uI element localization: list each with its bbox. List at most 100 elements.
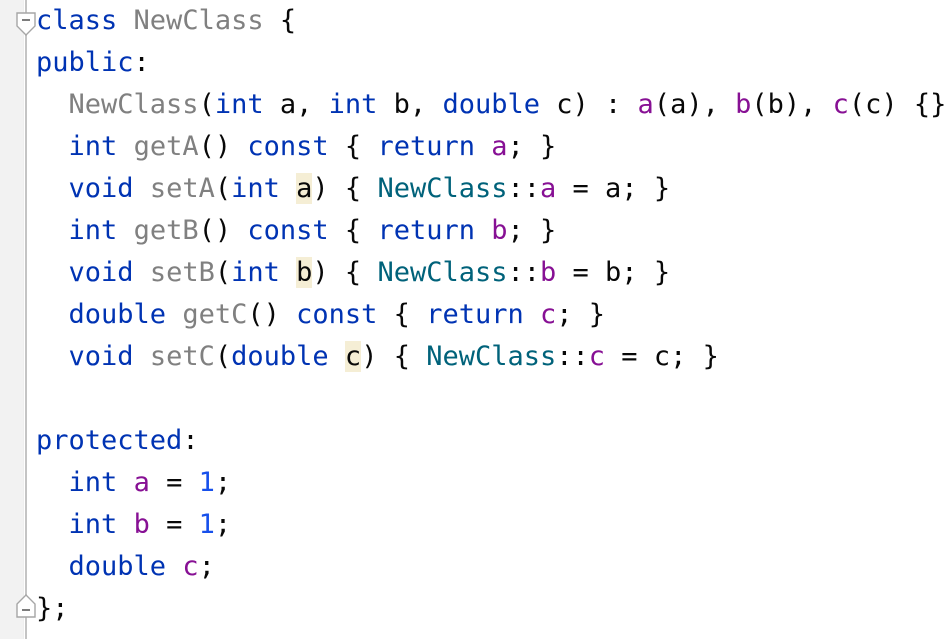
code-line[interactable] (0, 378, 947, 420)
code-token: return (377, 215, 475, 246)
code-token: b (735, 89, 752, 120)
code-line[interactable]: int getA() const { return a; } (0, 126, 947, 168)
code-token: () (198, 131, 248, 162)
code-line[interactable]: }; (0, 588, 947, 630)
code-line[interactable]: int getB() const { return b; } (0, 210, 947, 252)
code-line[interactable]: void setB(int b) { NewClass::b = b; } (0, 252, 947, 294)
code-token: :: (507, 173, 541, 204)
code-token: = a; } (556, 173, 671, 204)
code-token: ; } (556, 299, 606, 330)
code-token: c (540, 299, 557, 330)
code-editor[interactable]: class NewClass {public: NewClass(int a, … (0, 0, 947, 639)
code-line[interactable]: void setC(double c) { NewClass::c = c; } (0, 336, 947, 378)
code-token: }; (36, 593, 69, 624)
code-token: :: (556, 341, 589, 372)
code-token: = (149, 509, 199, 540)
code-token: int (231, 257, 280, 288)
code-token: ( (214, 173, 232, 204)
code-token: ; } (507, 215, 557, 246)
code-token: c) : (540, 89, 638, 120)
code-token: = (149, 467, 199, 498)
code-token: (c) {} (848, 89, 947, 120)
code-token: getB (133, 215, 199, 246)
code-token: a (637, 89, 654, 120)
code-token: b (491, 215, 508, 246)
code-token: ( (214, 257, 232, 288)
code-token: ; } (507, 131, 557, 162)
code-token: b, (377, 89, 443, 120)
code-token: ( (214, 341, 232, 372)
code-token: () (247, 299, 297, 330)
code-token-highlighted: a (296, 173, 313, 204)
code-line[interactable]: class NewClass { (0, 0, 947, 42)
code-token: c (588, 341, 606, 372)
fold-region-start-icon[interactable] (16, 12, 36, 36)
code-token: double (68, 551, 167, 582)
code-token: int (68, 215, 118, 246)
code-token: c (832, 89, 849, 120)
code-token: int (328, 89, 378, 120)
code-token: : (133, 47, 150, 78)
code-token: void (68, 257, 134, 288)
code-token: const (296, 299, 378, 330)
code-token: setB (149, 257, 215, 288)
code-token: ; (214, 467, 232, 498)
code-token: ) { (312, 173, 378, 204)
code-token: : (182, 425, 199, 456)
code-token: { (377, 299, 427, 330)
code-token: return (377, 131, 475, 162)
code-token: :: (507, 257, 541, 288)
code-token: const (247, 131, 329, 162)
code-token: getA (133, 131, 199, 162)
code-text-area[interactable]: class NewClass {public: NewClass(int a, … (0, 0, 947, 639)
code-token: a (540, 173, 557, 204)
code-line[interactable]: NewClass(int a, int b, double c) : a(a),… (0, 84, 947, 126)
code-token: NewClass (133, 5, 264, 36)
code-token: a (133, 467, 150, 498)
code-token: ) { (361, 341, 427, 372)
code-line[interactable]: int b = 1; (0, 504, 947, 546)
code-token: (b), (751, 89, 833, 120)
code-line[interactable]: protected: (0, 420, 947, 462)
code-token: (a), (653, 89, 736, 120)
code-token: return (426, 299, 524, 330)
code-line[interactable]: double c; (0, 546, 947, 588)
code-line[interactable]: void setA(int a) { NewClass::a = a; } (0, 168, 947, 210)
code-token: public (36, 47, 134, 78)
code-token: setA (149, 173, 215, 204)
code-token: void (68, 341, 134, 372)
code-token-highlighted: b (296, 257, 313, 288)
code-token: protected (36, 425, 183, 456)
fold-region-end-icon[interactable] (16, 594, 36, 618)
code-line[interactable]: public: (0, 42, 947, 84)
code-token: int (231, 173, 280, 204)
code-line[interactable]: double getC() const { return c; } (0, 294, 947, 336)
code-token: ) { (312, 257, 378, 288)
code-line[interactable]: int a = 1; (0, 462, 947, 504)
code-token: class (36, 5, 118, 36)
code-token: double (68, 299, 167, 330)
code-token: NewClass (377, 173, 508, 204)
code-token: { (328, 215, 378, 246)
code-token: a, (263, 89, 329, 120)
code-token: { (279, 5, 297, 36)
